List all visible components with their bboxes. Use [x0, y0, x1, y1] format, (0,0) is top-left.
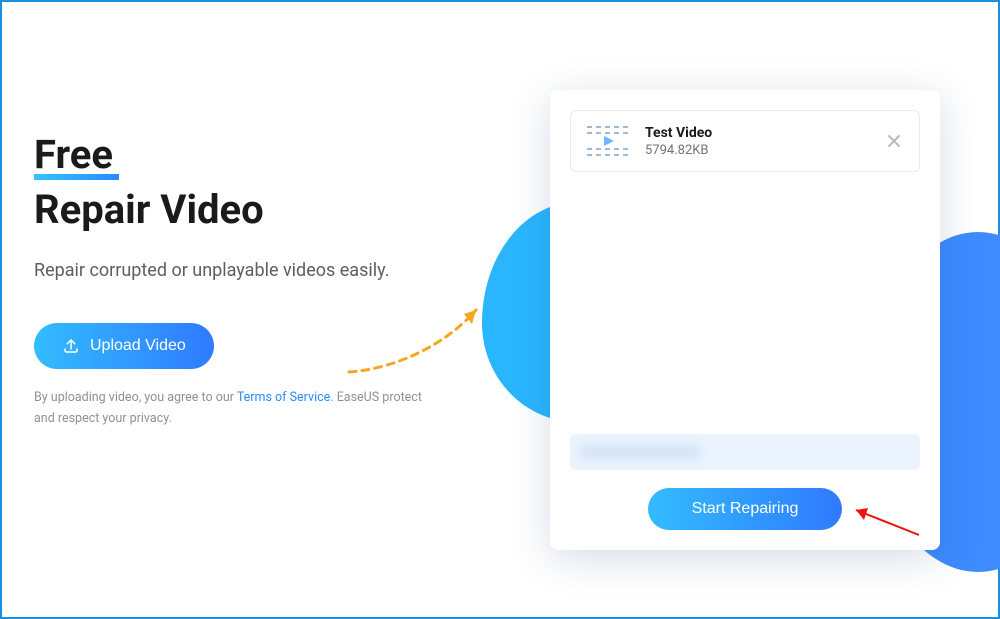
- terms-text: By uploading video, you agree to our Ter…: [34, 387, 434, 430]
- upload-video-button[interactable]: Upload Video: [34, 323, 214, 369]
- file-name: Test Video: [645, 125, 873, 141]
- hero-section: Free Repair Video Repair corrupted or un…: [34, 134, 434, 429]
- headline-free: Free: [34, 134, 113, 176]
- upload-icon: [62, 337, 80, 355]
- email-input-blurred[interactable]: [570, 434, 920, 470]
- upload-button-label: Upload Video: [90, 337, 186, 355]
- file-info: Test Video 5794.82KB: [645, 125, 873, 158]
- remove-file-button[interactable]: [887, 132, 905, 150]
- start-repairing-button[interactable]: Start Repairing: [648, 488, 843, 530]
- terms-link[interactable]: Terms of Service: [237, 390, 330, 405]
- headline-repair: Repair Video: [34, 186, 434, 234]
- upload-panel: Test Video 5794.82KB Start Repairing: [550, 90, 940, 550]
- terms-prefix: By uploading video, you agree to our: [34, 390, 237, 405]
- close-icon: [887, 134, 905, 148]
- file-size: 5794.82KB: [645, 143, 873, 158]
- uploaded-file-row: Test Video 5794.82KB: [570, 110, 920, 172]
- video-thumbnail-icon: [585, 123, 631, 159]
- hero-subhead: Repair corrupted or unplayable videos ea…: [34, 256, 434, 287]
- start-button-label: Start Repairing: [692, 500, 799, 517]
